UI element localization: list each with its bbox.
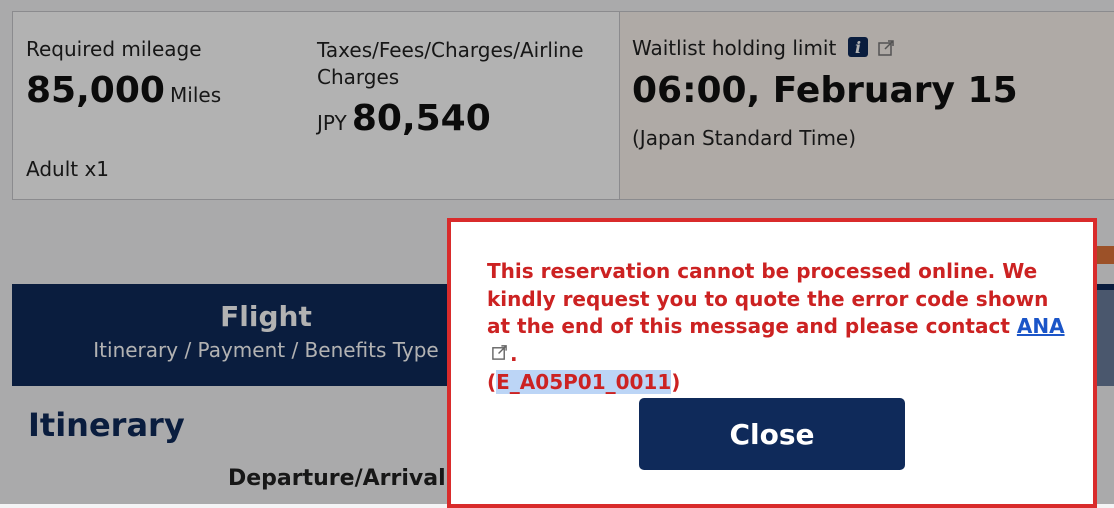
external-link-icon[interactable] [491,341,508,369]
ana-contact-link[interactable]: ANA [1017,314,1065,338]
message-period: . [510,341,518,366]
error-message-text: This reservation cannot be processed onl… [487,259,1049,338]
error-message: This reservation cannot be processed onl… [487,258,1077,396]
error-dialog: This reservation cannot be processed onl… [447,218,1097,508]
error-code-close-paren: ) [671,369,681,394]
close-button[interactable]: Close [639,398,905,470]
error-code-open-paren: ( [487,369,497,394]
error-code[interactable]: E_A05P01_0011 [496,369,672,394]
